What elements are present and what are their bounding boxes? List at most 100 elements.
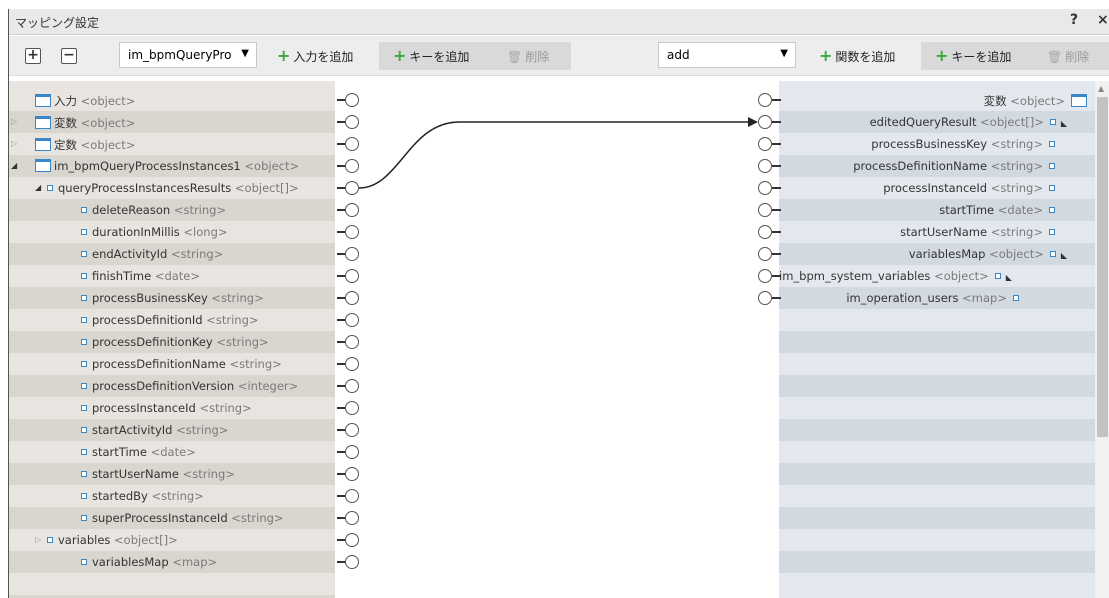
scroll-up-icon[interactable]: ▲ [1098, 84, 1104, 93]
target-tree-row[interactable]: editedQueryResult <object[]> ◣ [779, 111, 1095, 133]
target-tree-row[interactable]: 変数 <object> [779, 89, 1095, 111]
source-tree-row[interactable]: endActivityId <string> [9, 243, 335, 265]
expanded-icon[interactable]: ◢ [11, 161, 17, 170]
source-tree-row[interactable]: processBusinessKey <string> [9, 287, 335, 309]
expand-triangle-icon[interactable]: ◣ [1061, 119, 1067, 128]
target-tree-row[interactable]: processDefinitionName <string> [779, 155, 1095, 177]
source-port[interactable] [345, 357, 359, 371]
vertical-scrollbar[interactable]: ▲ [1095, 81, 1109, 598]
add-input-button[interactable]: + 入力を追加 [271, 42, 359, 70]
source-port[interactable] [345, 203, 359, 217]
help-button[interactable]: ? [1070, 12, 1078, 28]
source-tree-row[interactable]: processDefinitionId <string> [9, 309, 335, 331]
target-field-label: startTime <date> [939, 203, 1055, 217]
target-port[interactable] [758, 247, 772, 261]
scroll-thumb[interactable] [1097, 97, 1108, 437]
port-stub [772, 143, 781, 145]
source-port[interactable] [345, 93, 359, 107]
target-tree-row[interactable]: processBusinessKey <string> [779, 133, 1095, 155]
source-field-label: finishTime <date> [81, 269, 200, 283]
source-tree-row[interactable]: processDefinitionVersion <integer> [9, 375, 335, 397]
source-port[interactable] [345, 115, 359, 129]
source-port[interactable] [345, 423, 359, 437]
source-port[interactable] [345, 291, 359, 305]
source-tree-row[interactable]: processDefinitionKey <string> [9, 331, 335, 353]
expand-all-button[interactable]: + [25, 48, 41, 64]
source-tree-row[interactable]: deleteReason <string> [9, 199, 335, 221]
source-field-name: startActivityId [92, 423, 177, 437]
target-port[interactable] [758, 203, 772, 217]
function-select[interactable]: add ▼ [658, 42, 796, 68]
source-field-label: processInstanceId <string> [81, 401, 252, 415]
source-port[interactable] [345, 137, 359, 151]
source-port[interactable] [345, 401, 359, 415]
source-tree-row[interactable]: startUserName <string> [9, 463, 335, 485]
add-function-button[interactable]: + 関数を追加 [813, 42, 901, 70]
target-tree-row[interactable]: variablesMap <object> ◣ [779, 243, 1095, 265]
target-port[interactable] [758, 291, 772, 305]
delete-left-button[interactable]: 🗑 削除 [491, 42, 571, 70]
source-tree-row[interactable]: startTime <date> [9, 441, 335, 463]
close-button[interactable]: × [1097, 12, 1109, 28]
source-port[interactable] [345, 489, 359, 503]
source-port[interactable] [345, 335, 359, 349]
source-tree-row[interactable]: ◢ queryProcessInstancesResults <object[]> [9, 177, 335, 199]
source-field-type: <string> [229, 357, 282, 371]
target-port[interactable] [758, 159, 772, 173]
source-port[interactable] [345, 247, 359, 261]
source-tree-row[interactable]: durationInMillis <long> [9, 221, 335, 243]
collapse-all-button[interactable]: − [61, 48, 77, 64]
source-tree-row[interactable]: processInstanceId <string> [9, 397, 335, 419]
source-port[interactable] [345, 533, 359, 547]
target-tree-row[interactable]: startUserName <string> [779, 221, 1095, 243]
source-tree-row[interactable]: startedBy <string> [9, 485, 335, 507]
source-tree-row[interactable]: 入力 <object> [9, 89, 335, 111]
target-port[interactable] [758, 225, 772, 239]
field-icon [47, 537, 53, 543]
source-port[interactable] [345, 445, 359, 459]
source-select[interactable]: im_bpmQueryPro ▼ [119, 42, 257, 68]
collapsed-icon[interactable]: ▷ [11, 139, 17, 148]
source-port[interactable] [345, 467, 359, 481]
target-tree-row[interactable]: startTime <date> [779, 199, 1095, 221]
mapping-connection[interactable] [358, 121, 751, 189]
target-port[interactable] [758, 269, 772, 283]
source-port[interactable] [345, 269, 359, 283]
source-tree-row[interactable]: superProcessInstanceId <string> [9, 507, 335, 529]
source-port[interactable] [345, 511, 359, 525]
target-port[interactable] [758, 181, 772, 195]
add-key-left-button[interactable]: + キーを追加 [379, 42, 491, 70]
source-port[interactable] [345, 159, 359, 173]
source-port[interactable] [345, 225, 359, 239]
target-tree-row[interactable]: im_operation_users <map> [779, 287, 1095, 309]
source-tree-row[interactable]: finishTime <date> [9, 265, 335, 287]
source-tree-row[interactable]: ▷ 変数 <object> [9, 111, 335, 133]
source-tree-row[interactable]: processDefinitionName <string> [9, 353, 335, 375]
source-port[interactable] [345, 379, 359, 393]
source-tree-row[interactable]: ▷ variables <object[]> [9, 529, 335, 551]
source-tree-row[interactable]: variablesMap <map> [9, 551, 335, 573]
target-field-name: 変数 [983, 94, 1011, 108]
expand-triangle-icon[interactable]: ◣ [1061, 251, 1067, 260]
delete-right-button[interactable]: 🗑 削除 [1033, 42, 1109, 70]
source-port[interactable] [345, 181, 359, 195]
target-port[interactable] [758, 137, 772, 151]
collapsed-icon[interactable]: ▷ [35, 535, 41, 544]
source-port[interactable] [345, 555, 359, 569]
port-stub [772, 231, 781, 233]
source-field-type: <string> [231, 511, 284, 525]
expand-triangle-icon[interactable]: ◣ [1006, 273, 1012, 282]
source-tree-row[interactable]: ◢ im_bpmQueryProcessInstances1 <object> [9, 155, 335, 177]
source-port[interactable] [345, 313, 359, 327]
source-tree-row[interactable]: ▷ 定数 <object> [9, 133, 335, 155]
target-port[interactable] [758, 93, 772, 107]
expanded-icon[interactable]: ◢ [35, 183, 41, 192]
target-port[interactable] [758, 115, 772, 129]
add-key-right-button[interactable]: + キーを追加 [921, 42, 1033, 70]
collapsed-icon[interactable]: ▷ [11, 117, 17, 126]
field-icon [1049, 251, 1056, 257]
target-field-label: processInstanceId <string> [883, 181, 1055, 195]
target-tree-row[interactable]: im_bpm_system_variables <object> ◣ [779, 265, 1095, 287]
source-tree-row[interactable]: startActivityId <string> [9, 419, 335, 441]
target-tree-row[interactable]: processInstanceId <string> [779, 177, 1095, 199]
